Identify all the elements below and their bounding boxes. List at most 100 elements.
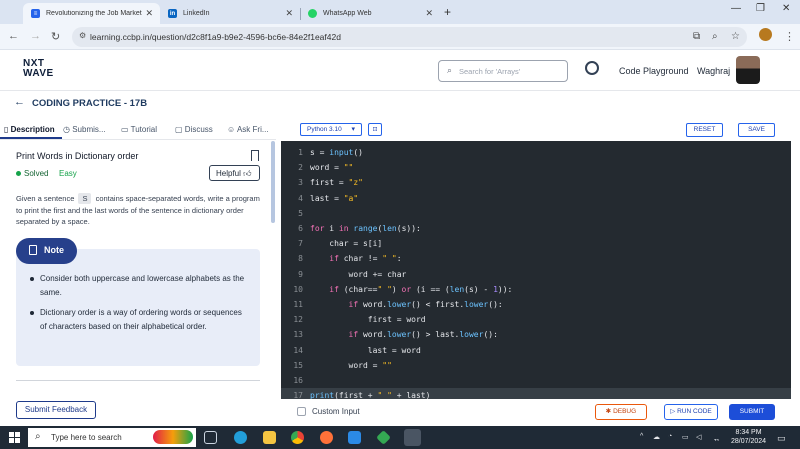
url-field[interactable]: ⚙ learning.ccbp.in/question/d2c8f1a9-b9e…	[72, 27, 747, 47]
browser-tab-linkedin[interactable]: in LinkedIn ✕	[160, 3, 300, 24]
line-number: 9	[298, 269, 303, 279]
browser-tab-ccbp[interactable]: ≡ Revolutionizing the Job Market ✕	[23, 3, 160, 24]
minimize-icon[interactable]: —	[731, 3, 741, 14]
browser-tab-bar: ≡ Revolutionizing the Job Market ✕ in Li…	[0, 0, 800, 24]
search-input[interactable]: ⌕ Search for 'Arrays'	[438, 60, 568, 82]
vscode-icon[interactable]	[348, 431, 361, 444]
avatar[interactable]	[736, 56, 760, 84]
browser-menu-icon[interactable]: ⋮	[784, 30, 795, 43]
battery-icon[interactable]: ▭	[682, 433, 689, 441]
code-line[interactable]: 9 word += char	[281, 267, 791, 282]
back-arrow-icon[interactable]: ←	[14, 96, 25, 108]
note-list: Consider both uppercase and lowercase al…	[30, 272, 250, 340]
difficulty-badge: Easy	[59, 169, 77, 178]
code-editor[interactable]: 1 s = input() 2 word = "" 3 first = "z" 4 last …	[281, 141, 791, 399]
custom-input-label[interactable]: Custom Input	[312, 407, 360, 416]
taskbar-search-placeholder: Type here to search	[51, 433, 122, 442]
debug-label: DEBUG	[613, 408, 637, 415]
code-line[interactable]: 7 char = s[i]	[281, 236, 791, 251]
chrome-icon[interactable]	[291, 431, 304, 444]
new-tab-icon[interactable]: +	[444, 5, 451, 19]
code-line[interactable]: 3 first = "z"	[281, 175, 791, 190]
ccbp-icon: ≡	[31, 9, 40, 18]
inline-code: S	[78, 193, 92, 204]
code-line[interactable]: 13 if word.lower() > last.lower():	[281, 327, 791, 342]
code-line[interactable]: 8 if char != " ":	[281, 251, 791, 266]
forward-arrow-icon[interactable]: →	[30, 30, 41, 42]
close-tab-icon[interactable]: ✕	[145, 8, 153, 19]
left-scrollbar[interactable]	[271, 141, 275, 223]
code-line[interactable]: 5	[281, 206, 791, 221]
restore-icon[interactable]: ❐	[756, 3, 765, 14]
windows-start-icon[interactable]	[9, 432, 20, 443]
app-icon[interactable]	[376, 430, 391, 445]
custom-input-checkbox[interactable]	[297, 407, 306, 416]
close-tab-icon[interactable]: ✕	[425, 8, 433, 19]
code-text: first = word	[310, 315, 426, 325]
format-code-icon[interactable]: ⊡	[368, 123, 382, 136]
clock[interactable]: 8:34 PM 28/07/2024	[731, 428, 766, 446]
tab-submissions[interactable]: ◷ Submis...	[63, 125, 106, 134]
back-arrow-icon[interactable]: ←	[8, 30, 19, 42]
task-view-icon[interactable]	[204, 431, 217, 444]
chrome-active-icon[interactable]	[404, 429, 421, 446]
reload-icon[interactable]: ↻	[51, 30, 60, 43]
tab-label: Discuss	[184, 125, 213, 134]
app-header: NXT WAVE ⌕ Search for 'Arrays' Code Play…	[0, 51, 800, 91]
code-line[interactable]: 15 word = ""	[281, 358, 791, 373]
profile-icon[interactable]	[759, 28, 772, 41]
reset-button[interactable]: RESET	[686, 123, 723, 137]
language-select[interactable]: Python 3.10 ▾	[300, 123, 362, 136]
code-line[interactable]: 2 word = ""	[281, 160, 791, 175]
code-line[interactable]: 6 for i in range(len(s)):	[281, 221, 791, 236]
tab-description[interactable]: ▯ Description	[4, 125, 55, 134]
nxtwave-logo[interactable]: NXT WAVE	[23, 59, 54, 79]
tray-chevron-icon[interactable]: ^	[640, 433, 643, 440]
tab-tutorial[interactable]: ▭ Tutorial	[121, 125, 157, 134]
code-line[interactable]: 10 if (char==" ") or (i == (len(s) - 1))…	[281, 282, 791, 297]
list-item: Dictionary order is a way of ordering wo…	[30, 306, 250, 334]
tab-discuss[interactable]: ▢ Discuss	[175, 125, 213, 134]
page-title: CODING PRACTICE - 17B	[32, 98, 148, 109]
zoom-icon[interactable]: ⌕	[712, 31, 718, 42]
submit-button[interactable]: SUBMIT	[729, 404, 775, 420]
close-window-icon[interactable]: ✕	[782, 3, 790, 14]
code-line[interactable]: 17 print(first + " " + last)	[281, 388, 791, 399]
firefox-icon[interactable]	[320, 431, 333, 444]
timer-icon[interactable]	[585, 61, 599, 75]
save-button[interactable]: SAVE	[738, 123, 775, 137]
notifications-icon[interactable]: ▭	[777, 433, 786, 444]
browser-tab-whatsapp[interactable]: WhatsApp Web ✕	[300, 3, 440, 24]
telegram-icon[interactable]	[234, 431, 247, 444]
line-number: 11	[293, 300, 303, 309]
active-tab-underline	[0, 137, 62, 139]
network-icon[interactable]: ◔	[668, 433, 672, 440]
editor-scrollbar[interactable]	[791, 141, 800, 399]
site-info-icon[interactable]: ⚙	[79, 31, 86, 40]
bookmark-star-icon[interactable]: ☆	[731, 31, 740, 42]
taskbar-search-input[interactable]: ⌕ Type here to search	[28, 428, 196, 447]
weather-icon[interactable]: ☁	[653, 433, 660, 441]
code-line[interactable]: 11 if word.lower() < first.lower():	[281, 297, 791, 312]
code-line[interactable]: 1 s = input()	[281, 145, 791, 160]
run-code-button[interactable]: ▷ RUN CODE	[664, 404, 718, 420]
code-line[interactable]: 16	[281, 373, 791, 388]
status-badge: Solved	[24, 169, 49, 178]
volume-icon[interactable]: ◁	[696, 433, 701, 441]
code-line[interactable]: 12 first = word	[281, 312, 791, 327]
bookmark-icon[interactable]	[251, 150, 259, 161]
helpful-button[interactable]: Helpful 👍︎	[209, 165, 260, 181]
user-name[interactable]: Waghraj	[697, 66, 730, 76]
close-tab-icon[interactable]: ✕	[285, 8, 293, 19]
code-playground-link[interactable]: Code Playground	[619, 66, 689, 76]
clock-time: 8:34 PM	[735, 429, 762, 436]
submit-feedback-button[interactable]: Submit Feedback	[16, 401, 96, 419]
browser-tab-label: LinkedIn	[183, 10, 210, 17]
tab-ask-friends[interactable]: ☺ Ask Fri...	[227, 125, 269, 134]
code-line[interactable]: 14 last = word	[281, 343, 791, 358]
file-explorer-icon[interactable]	[263, 431, 276, 444]
language-icon[interactable]: ᆩ	[713, 433, 719, 443]
debug-button[interactable]: ✱ DEBUG	[595, 404, 647, 420]
install-app-icon[interactable]: ⧉	[693, 31, 700, 42]
code-line[interactable]: 4 last = "a"	[281, 191, 791, 206]
